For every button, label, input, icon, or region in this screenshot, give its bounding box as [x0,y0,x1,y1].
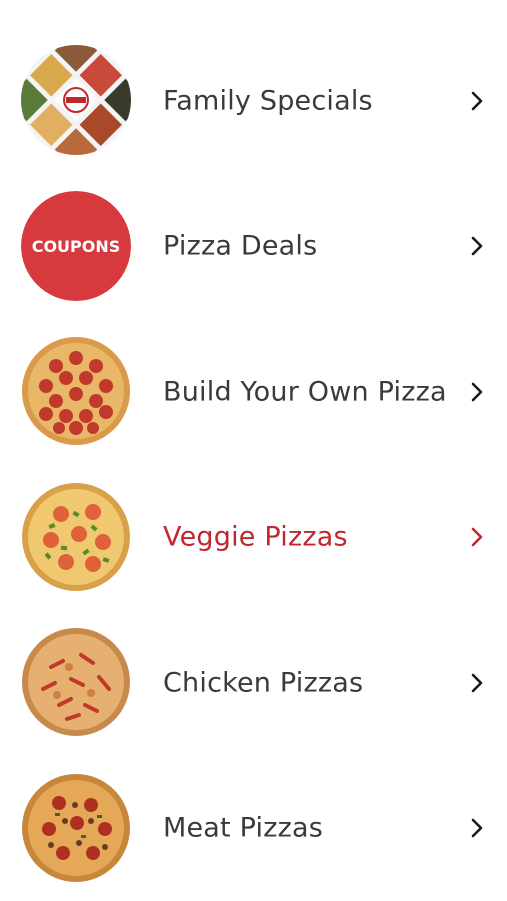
menu-item-label: Veggie Pizzas [163,522,348,553]
menu-item-build-your-own[interactable]: Build Your Own Pizza [0,319,507,465]
chevron-right-icon [467,89,487,113]
coupons-badge-icon: COUPONS [21,191,131,301]
chevron-right-icon [467,671,487,695]
menu-item-family-specials[interactable]: Family Specials [0,28,507,174]
coupons-badge-text: COUPONS [32,237,121,256]
menu-item-label: Chicken Pizzas [163,667,363,698]
category-menu: Family Specials COUPONS Pizza Deals [0,28,507,901]
chevron-right-icon [467,380,487,404]
menu-item-veggie-pizzas[interactable]: Veggie Pizzas [0,465,507,611]
veggie-pizza-icon [21,482,131,592]
menu-item-label: Family Specials [163,85,373,116]
chevron-right-icon [467,816,487,840]
family-specials-collage-icon [21,45,131,155]
menu-item-label: Meat Pizzas [163,813,323,844]
menu-item-meat-pizzas[interactable]: Meat Pizzas [0,756,507,901]
pepperoni-pizza-icon [21,336,131,446]
chevron-right-icon [467,525,487,549]
menu-item-chicken-pizzas[interactable]: Chicken Pizzas [0,610,507,756]
menu-item-pizza-deals[interactable]: COUPONS Pizza Deals [0,174,507,320]
chicken-pizza-icon [21,627,131,737]
menu-item-label: Pizza Deals [163,231,317,262]
chevron-right-icon [467,234,487,258]
menu-item-label: Build Your Own Pizza [163,376,447,407]
meat-pizza-icon [21,773,131,883]
